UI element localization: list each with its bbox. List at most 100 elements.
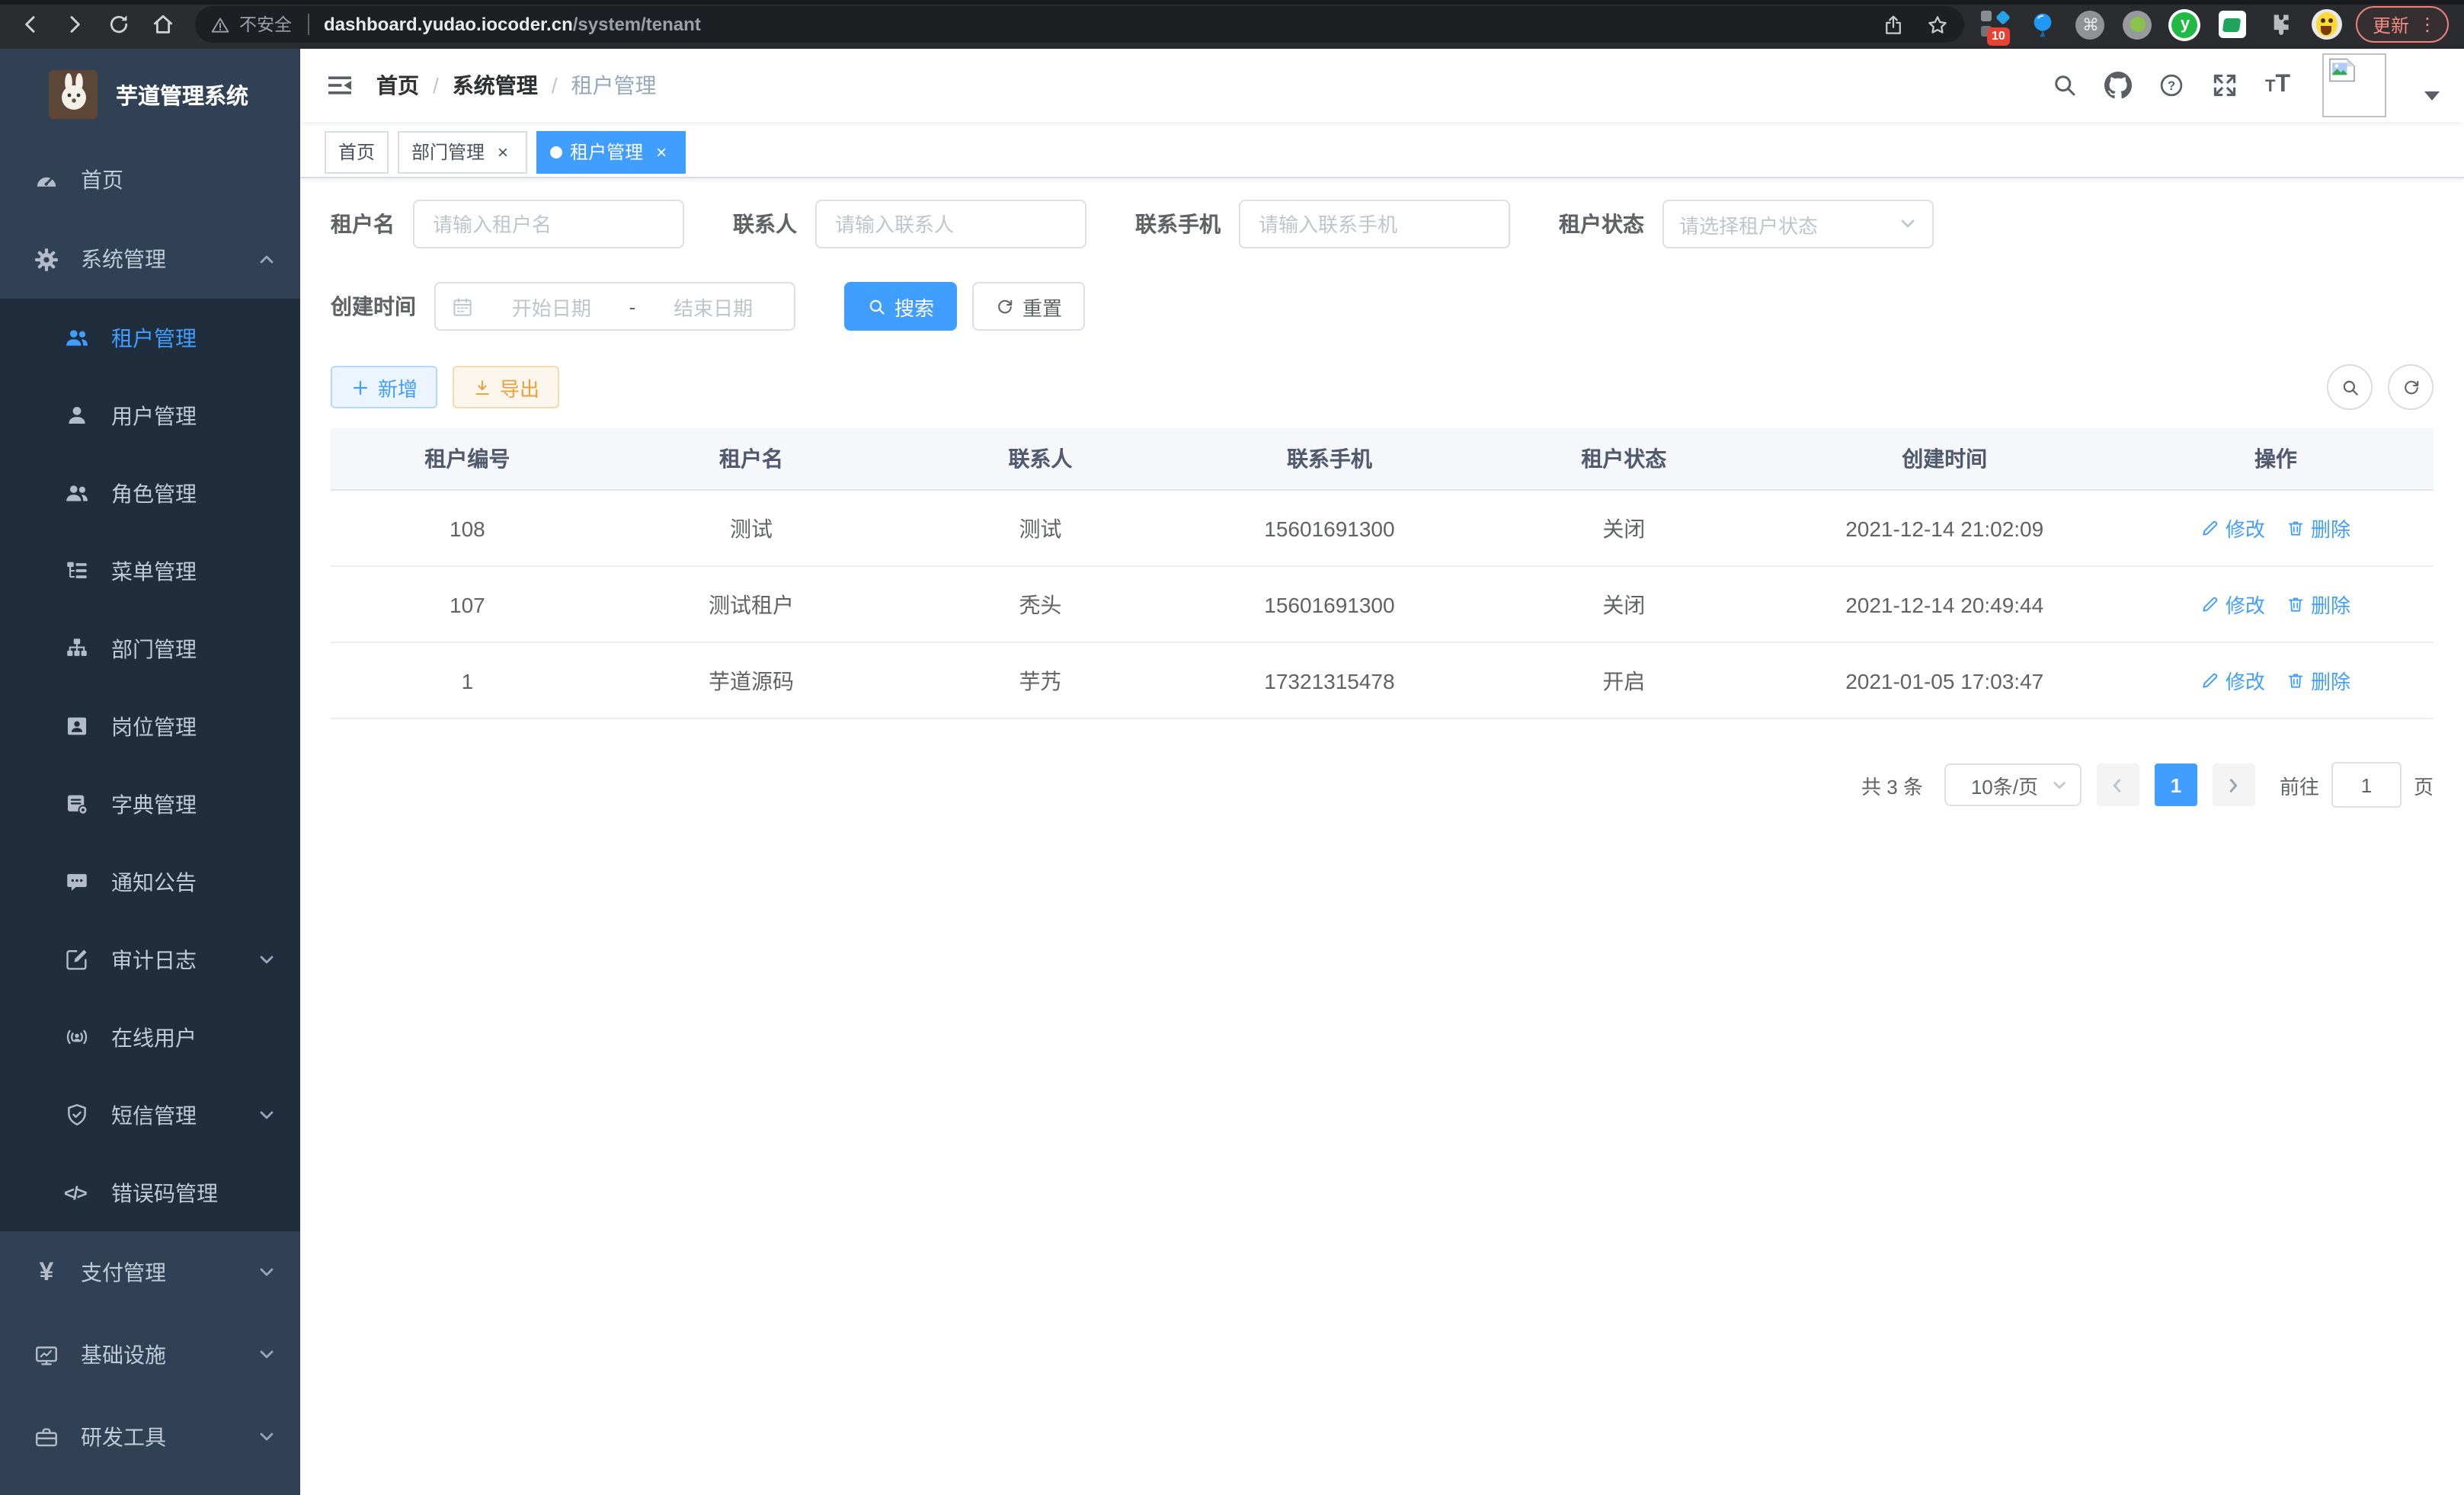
sidebar-item-tenant[interactable]: 租户管理 [0,299,300,376]
browser-home-button[interactable] [142,4,183,45]
extensions-row: 10 ⌘ y [1979,8,2344,41]
sidebar: 芋道管理系统 首页 系统管理 租户管理 [0,49,300,1495]
delete-link[interactable]: 删除 [2286,666,2350,695]
search-button[interactable]: 搜索 [844,282,957,331]
sidebar-item-post[interactable]: 岗位管理 [0,687,300,765]
sidebar-item-errcode[interactable]: </> 错误码管理 [0,1154,300,1231]
browser-back-button[interactable] [9,4,50,45]
id-badge-icon [64,713,90,739]
font-size-icon[interactable]: TT [2265,73,2290,98]
search-icon[interactable] [2052,72,2079,99]
app-title: 芋道管理系统 [116,78,248,110]
sidebar-item-system[interactable]: 系统管理 [0,219,300,299]
extension-chat-icon[interactable] [2216,8,2249,41]
cell-contact: 芋艿 [898,642,1182,719]
sidebar-item-dict[interactable]: 字典管理 [0,765,300,843]
sidebar-item-sms[interactable]: 短信管理 [0,1076,300,1154]
caret-down-icon[interactable] [2424,91,2440,101]
browser-menu-icon[interactable]: ⋮ [2418,14,2437,35]
tab-home[interactable]: 首页 [325,130,389,173]
sidebar-item-notice[interactable]: 通知公告 [0,843,300,920]
online-signal-icon [64,1024,90,1050]
edit-link[interactable]: 修改 [2201,514,2265,543]
download-icon [472,377,492,397]
refresh-table-button[interactable] [2388,364,2434,410]
breadcrumb-home[interactable]: 首页 [376,70,419,101]
github-icon[interactable] [2105,72,2133,99]
cell-status: 关闭 [1477,490,1771,566]
breadcrumb-separator: / [433,73,439,98]
calendar-icon [451,295,474,318]
trash-icon [2286,518,2306,538]
tenant-name-input[interactable] [413,200,684,248]
browser-forward-button[interactable] [53,4,94,45]
table-header-row: 租户编号 租户名 联系人 联系手机 租户状态 创建时间 操作 [331,428,2434,490]
next-page-button[interactable] [2213,764,2255,806]
toggle-search-button[interactable] [2327,364,2373,410]
cell-phone: 15601691300 [1182,490,1477,566]
sidebar-item-infra[interactable]: 基础设施 [0,1314,300,1396]
page-size-select[interactable]: 10条/页 [1944,764,2082,806]
arrow-left-icon [2110,776,2126,793]
sidebar-item-online[interactable]: 在线用户 [0,998,300,1076]
contact-input[interactable] [815,200,1086,248]
delete-link[interactable]: 删除 [2286,590,2350,619]
fullscreen-icon[interactable] [2212,72,2239,99]
user-avatar[interactable] [2322,53,2386,117]
page-number-button[interactable]: 1 [2155,764,2197,806]
field-label: 联系手机 [1135,209,1221,239]
extension-grid-icon[interactable]: 10 [1979,8,2013,41]
users-icon [64,480,90,506]
help-icon[interactable]: ? [2158,72,2186,99]
sidebar-item-dept[interactable]: 部门管理 [0,610,300,687]
tree-list-icon [64,558,90,584]
sidebar-item-user[interactable]: 用户管理 [0,376,300,454]
active-dot [550,146,562,158]
extension-record-icon[interactable] [2121,8,2155,41]
close-icon[interactable]: × [492,141,514,162]
sidebar-item-audit[interactable]: 审计日志 [0,920,300,998]
export-button[interactable]: 导出 [453,366,559,408]
toolbox-icon [34,1424,59,1450]
yen-icon: ¥ [34,1257,59,1288]
browser-reload-button[interactable] [98,4,139,45]
extension-command-icon[interactable]: ⌘ [2074,8,2107,41]
bookmark-star-icon[interactable] [1926,13,1949,36]
reset-button[interactable]: 重置 [972,282,1085,331]
extension-y-icon[interactable]: y [2168,8,2202,41]
profile-avatar-icon[interactable] [2310,8,2344,41]
sidebar-item-pay[interactable]: ¥ 支付管理 [0,1231,300,1314]
sidebar-item-menu[interactable]: 菜单管理 [0,532,300,610]
cell-status: 关闭 [1477,566,1771,642]
browser-update-button[interactable]: 更新 ⋮ [2356,6,2449,43]
extension-balloon-icon[interactable] [2027,8,2060,41]
cell-phone: 15601691300 [1182,566,1477,642]
sidebar-collapse-icon[interactable] [325,70,355,101]
delete-link[interactable]: 删除 [2286,514,2350,543]
sidebar-item-devtool[interactable]: 研发工具 [0,1396,300,1478]
cell-contact: 秃头 [898,566,1182,642]
edit-link[interactable]: 修改 [2201,666,2265,695]
col-tenant-name: 租户名 [604,428,898,490]
close-icon[interactable]: × [651,141,672,162]
trash-icon [2286,594,2306,614]
share-icon[interactable] [1882,13,1905,36]
tab-dept[interactable]: 部门管理 × [398,130,527,173]
chevron-down-icon [258,950,276,968]
prev-page-button[interactable] [2097,764,2139,806]
breadcrumb-system[interactable]: 系统管理 [453,70,538,101]
address-bar[interactable]: 不安全 dashboard.yudao.iocoder.cn/system/te… [195,6,1964,43]
date-range-picker[interactable]: 开始日期 - 结束日期 [434,282,795,331]
extensions-puzzle-icon[interactable] [2263,8,2296,41]
sidebar-item-role[interactable]: 角色管理 [0,454,300,532]
sidebar-item-home[interactable]: 首页 [0,140,300,219]
browser-toolbar: 不安全 dashboard.yudao.iocoder.cn/system/te… [0,0,2464,49]
edit-link[interactable]: 修改 [2201,590,2265,619]
update-label: 更新 [2373,11,2409,37]
status-select[interactable]: 请选择租户状态 [1662,200,1934,248]
phone-input[interactable] [1239,200,1510,248]
goto-page-input[interactable] [2331,762,2402,808]
add-button[interactable]: 新增 [331,366,437,408]
tab-tenant[interactable]: 租户管理 × [536,130,686,173]
table-tools [2327,364,2434,410]
